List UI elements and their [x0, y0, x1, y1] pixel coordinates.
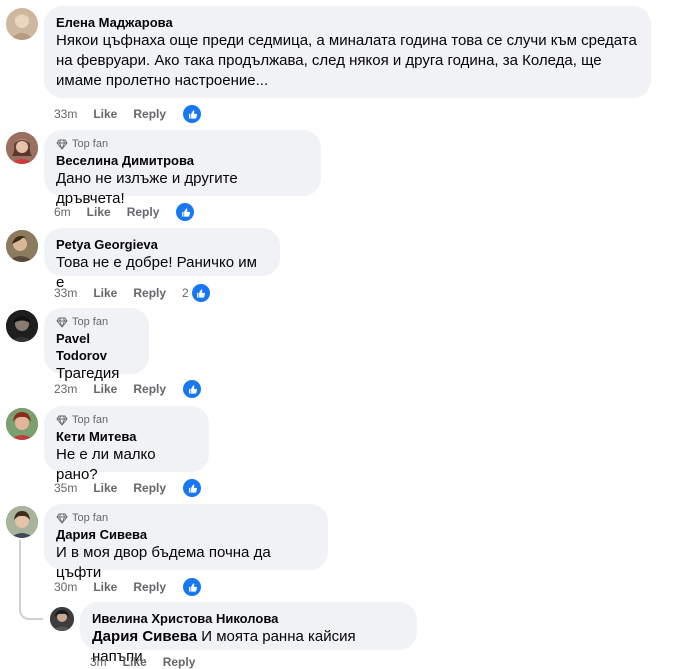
timestamp[interactable]: 23m	[54, 382, 77, 396]
author-name[interactable]: Pavel Todorov	[56, 330, 137, 364]
reply-button[interactable]: Reply	[127, 205, 160, 219]
comment-bubble: Ивелина Христова Николова Дария Сивева И…	[80, 602, 417, 665]
thumbs-up-icon	[190, 283, 211, 303]
thumbs-up-icon[interactable]	[182, 478, 203, 498]
comment-text: Някои цъфнаха още преди седмица, а минал…	[56, 32, 637, 89]
diamond-icon	[56, 513, 68, 524]
reply-button[interactable]: Reply	[133, 107, 166, 121]
timestamp[interactable]: 3m	[90, 655, 107, 669]
top-fan-badge: Top fan	[56, 512, 316, 524]
comment-bubble: Top fan Кети Митева Не е ли малко рано?	[44, 406, 209, 483]
reply-button[interactable]: Reply	[133, 286, 166, 300]
avatar[interactable]	[6, 310, 38, 342]
like-button[interactable]: Like	[93, 580, 117, 594]
comment-actions: 33m Like Reply	[54, 104, 203, 124]
timestamp[interactable]: 33m	[54, 107, 77, 121]
thumbs-up-icon[interactable]	[182, 577, 203, 597]
mention-link[interactable]: Дария Сивева	[92, 628, 197, 645]
comment-actions: 35m Like Reply	[54, 478, 203, 498]
reply-button[interactable]: Reply	[133, 382, 166, 396]
like-button[interactable]: Like	[93, 481, 117, 495]
timestamp[interactable]: 33m	[54, 286, 77, 300]
diamond-icon	[56, 317, 68, 328]
avatar[interactable]	[6, 8, 38, 40]
reaction-count[interactable]: 2	[182, 283, 211, 303]
avatar[interactable]	[6, 132, 38, 164]
avatar[interactable]	[6, 506, 38, 538]
top-fan-badge: Top fan	[56, 316, 137, 328]
comment-actions: 33m Like Reply 2	[54, 283, 211, 303]
avatar[interactable]	[50, 607, 74, 631]
like-button[interactable]: Like	[87, 205, 111, 219]
author-name[interactable]: Petya Georgieva	[56, 236, 268, 253]
author-name[interactable]: Дария Сивева	[56, 526, 316, 543]
timestamp[interactable]: 30m	[54, 580, 77, 594]
author-name[interactable]: Веселина Димитрова	[56, 152, 309, 169]
comment-bubble: Top fan Дария Сивева И в моя двор бъдема…	[44, 504, 328, 581]
timestamp[interactable]: 35m	[54, 481, 77, 495]
reply-button[interactable]: Reply	[163, 655, 196, 669]
top-fan-badge: Top fan	[56, 414, 197, 426]
author-name[interactable]: Ивелина Христова Николова	[92, 610, 405, 627]
thumbs-up-icon[interactable]	[175, 202, 196, 222]
thumbs-up-icon[interactable]	[182, 379, 203, 399]
comment-bubble: Top fan Pavel Todorov Трагедия	[44, 308, 149, 382]
comment-actions: 6m Like Reply	[54, 202, 196, 222]
comment-actions: 3m Like Reply	[90, 655, 211, 669]
like-button[interactable]: Like	[93, 286, 117, 300]
like-button[interactable]: Like	[93, 107, 117, 121]
top-fan-badge: Top fan	[56, 138, 309, 150]
comment-bubble: Petya Georgieva Това не е добре! Раничко…	[44, 228, 280, 291]
comment-bubble: Елена Маджарова Някои цъфнаха още преди …	[44, 6, 651, 98]
thumbs-up-icon[interactable]	[182, 104, 203, 124]
reply-button[interactable]: Reply	[133, 580, 166, 594]
timestamp[interactable]: 6m	[54, 205, 71, 219]
like-button[interactable]: Like	[123, 655, 147, 669]
avatar[interactable]	[6, 408, 38, 440]
thread-connector	[19, 540, 43, 620]
reply-button[interactable]: Reply	[133, 481, 166, 495]
comment-actions: 30m Like Reply	[54, 577, 203, 597]
diamond-icon	[56, 139, 68, 150]
avatar[interactable]	[6, 230, 38, 262]
comment-bubble: Top fan Веселина Димитрова Дано не излъж…	[44, 130, 321, 207]
like-button[interactable]: Like	[93, 382, 117, 396]
author-name[interactable]: Кети Митева	[56, 428, 197, 445]
diamond-icon	[56, 415, 68, 426]
author-name[interactable]: Елена Маджарова	[56, 14, 639, 31]
comment-actions: 23m Like Reply	[54, 379, 203, 399]
